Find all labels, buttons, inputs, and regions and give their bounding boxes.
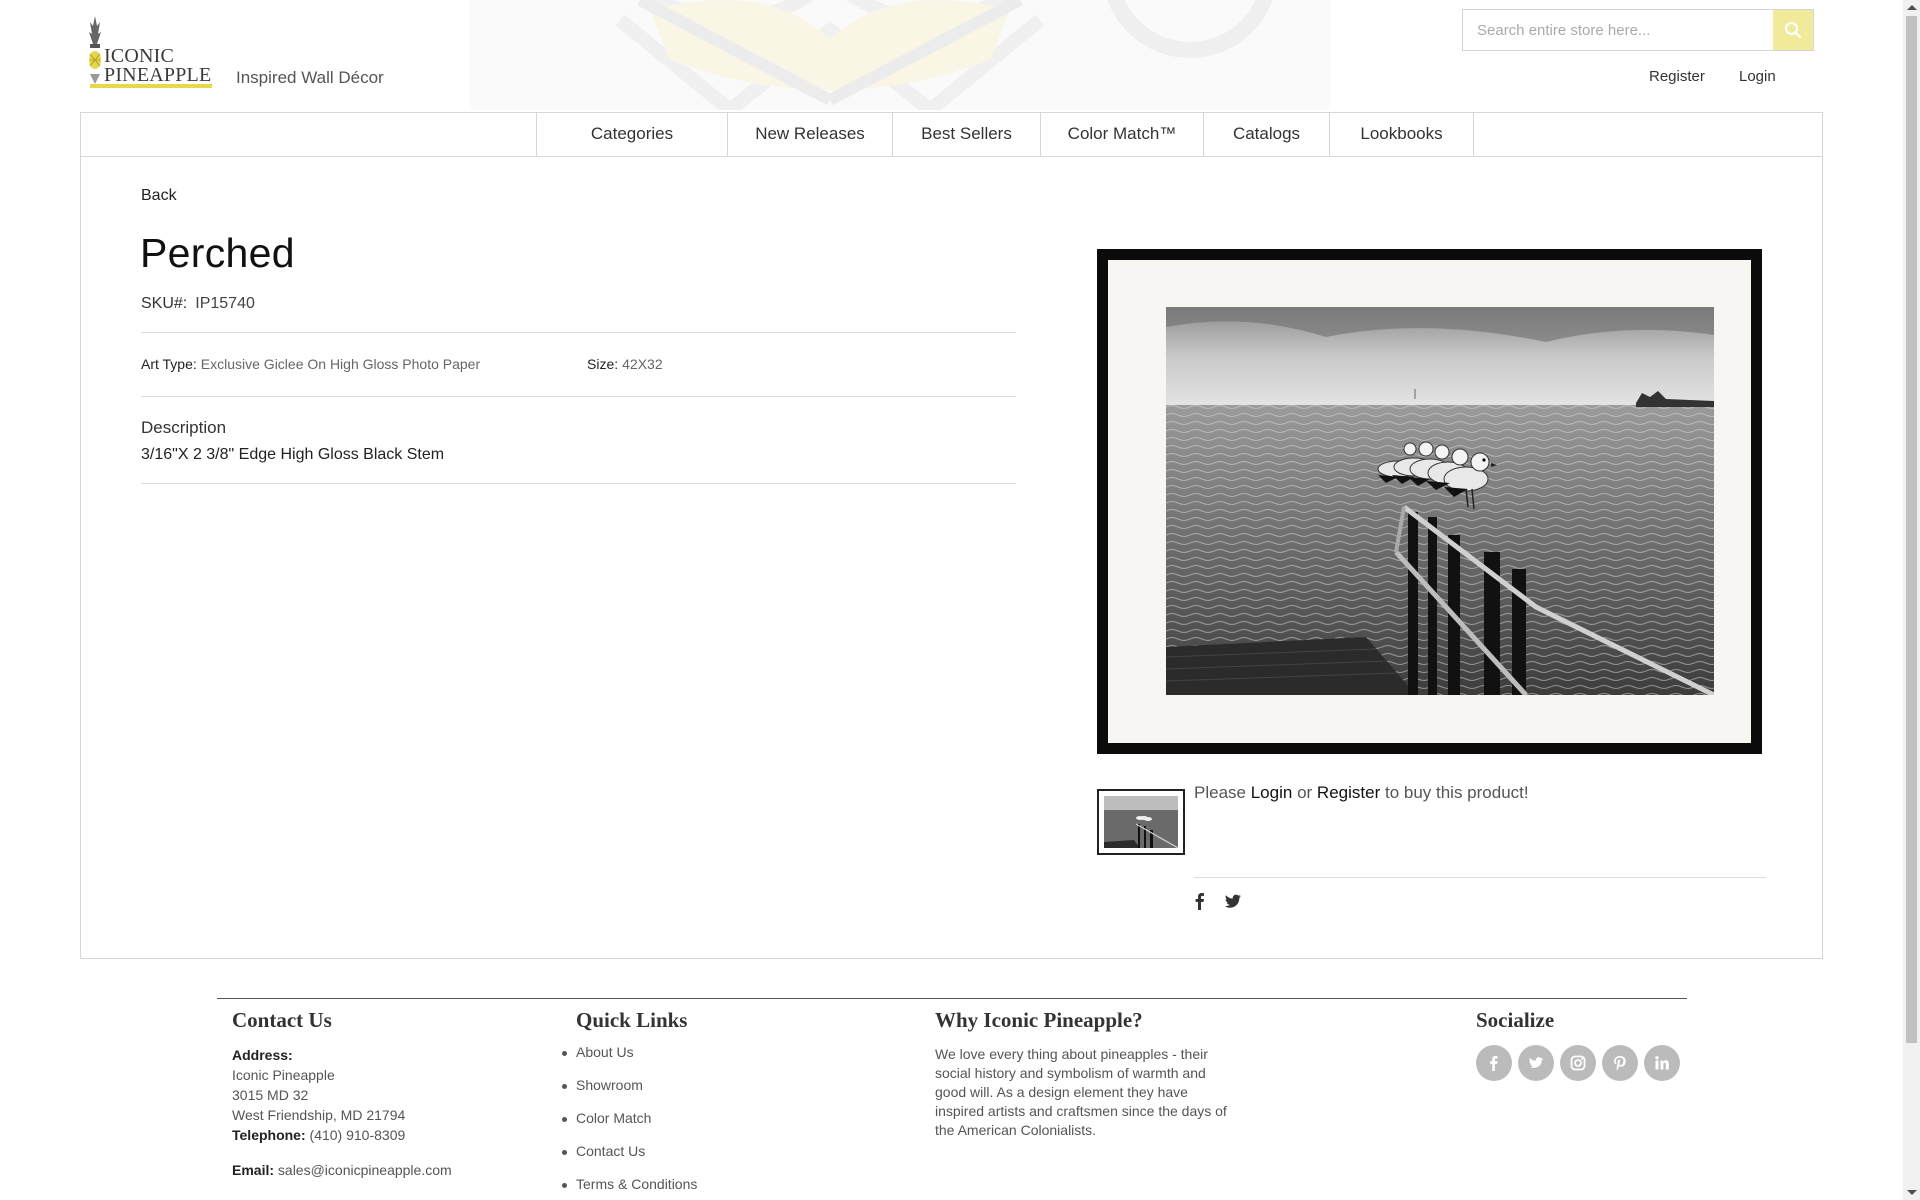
logo-underline (90, 84, 212, 88)
divider (141, 396, 1016, 397)
register-link[interactable]: Register (1649, 68, 1705, 85)
quick-link-contact-us[interactable]: Contact Us (561, 1143, 645, 1159)
pineapple-logo-icon (89, 16, 101, 84)
nav-new-releases[interactable]: New Releases (728, 113, 893, 157)
search-icon (1785, 22, 1802, 39)
product-sku: SKU#: IP15740 (141, 295, 255, 313)
nav-color-match[interactable]: Color Match™ (1041, 113, 1204, 157)
login-link[interactable]: Login (1739, 68, 1776, 85)
sku-label: SKU#: (141, 295, 188, 312)
why-line: good will. As a design element they have (935, 1084, 1188, 1100)
nav-lookbooks[interactable]: Lookbooks (1330, 113, 1474, 157)
linkedin-icon (1655, 1056, 1669, 1070)
contact-email: Email: sales@iconicpineapple.com (232, 1160, 452, 1180)
nav-categories[interactable]: Categories (536, 113, 728, 157)
buy-prefix: Please (1194, 783, 1246, 802)
description-text: 3/16"X 2 3/8" Edge High Gloss Black Stem (141, 446, 445, 463)
divider (141, 483, 1016, 484)
nav-catalogs[interactable]: Catalogs (1204, 113, 1330, 157)
why-line: social history and symbolism of warmth a… (935, 1065, 1206, 1081)
contact-heading: Contact Us (232, 1008, 332, 1032)
quick-link-color-match[interactable]: Color Match (561, 1110, 651, 1126)
description-heading: Description (141, 418, 227, 437)
buy-login-link[interactable]: Login (1251, 783, 1293, 802)
product-thumbnail[interactable] (1097, 789, 1185, 855)
quick-link-showroom[interactable]: Showroom (562, 1077, 643, 1093)
main-nav: Categories New Releases Best Sellers Col… (81, 113, 1822, 157)
social-pinterest[interactable] (1602, 1045, 1638, 1081)
size-value: 42X32 (622, 356, 663, 372)
buy-suffix: to buy this product! (1384, 783, 1529, 802)
divider (141, 332, 1016, 333)
site-logo[interactable]: ICONIC PINEAPPLE (88, 14, 214, 90)
why-text: We love every thing about pineapples - t… (935, 1045, 1227, 1140)
twitter-icon (1529, 1057, 1544, 1068)
art-type: Art Type: Exclusive Giclee On High Gloss … (141, 356, 480, 372)
image-mat (1108, 260, 1751, 743)
size: Size: 42X32 (587, 356, 663, 372)
size-label: Size: (587, 356, 619, 372)
scroll-up-arrow-icon[interactable] (1907, 5, 1917, 10)
logo-wordmark: ICONIC PINEAPPLE (104, 46, 212, 86)
email-label: Email: (232, 1162, 275, 1178)
contact-address: Address: Iconic Pineapple 3015 MD 32 Wes… (232, 1045, 405, 1145)
pinterest-icon (1614, 1056, 1626, 1071)
site-tagline: Inspired Wall Décor (236, 68, 384, 87)
buy-or: or (1297, 783, 1313, 802)
why-line: inspired artists and craftsmen since the… (935, 1103, 1227, 1119)
search-input[interactable] (1463, 10, 1773, 50)
instagram-icon (1570, 1055, 1586, 1071)
share-divider (1194, 877, 1766, 878)
address-line-3: West Friendship, MD 21794 (232, 1107, 406, 1123)
address-line-1: Iconic Pineapple (232, 1067, 335, 1083)
header-pineapple-pattern (470, 0, 1330, 110)
quick-link-terms[interactable]: Terms & Conditions (561, 1176, 697, 1192)
social-twitter[interactable] (1518, 1045, 1554, 1081)
social-linkedin[interactable] (1644, 1045, 1680, 1081)
why-line: We love every thing about pineapples - t… (935, 1046, 1208, 1062)
quick-links-heading: Quick Links (576, 1008, 688, 1032)
logo-line-2: PINEAPPLE (104, 64, 212, 86)
why-line: the American Colonialists. (935, 1122, 1097, 1138)
sku-value: IP15740 (195, 295, 255, 312)
art-type-label: Art Type: (141, 356, 197, 372)
search-button[interactable] (1773, 10, 1813, 50)
site-header: ICONIC PINEAPPLE Inspired Wall Décor Reg… (0, 0, 1900, 112)
telephone-value[interactable]: (410) 910-8309 (310, 1127, 406, 1143)
scrollbar-thumb[interactable] (1906, 16, 1917, 1043)
facebook-icon[interactable] (1191, 892, 1209, 910)
scroll-down-arrow-icon[interactable] (1907, 1190, 1917, 1195)
address-label: Address: (232, 1047, 293, 1063)
email-value[interactable]: sales@iconicpineapple.com (278, 1162, 452, 1178)
login-to-buy-message: Please Login or Register to buy this pro… (1194, 783, 1529, 803)
telephone-label: Telephone: (232, 1127, 306, 1143)
vertical-scrollbar[interactable] (1903, 0, 1920, 1200)
why-heading: Why Iconic Pineapple? (935, 1008, 1143, 1032)
address-line-2: 3015 MD 32 (232, 1087, 309, 1103)
facebook-icon (1490, 1055, 1498, 1071)
socialize-heading: Socialize (1476, 1008, 1555, 1032)
product-title: Perched (140, 230, 295, 276)
product-image[interactable] (1097, 249, 1762, 754)
thumbnail-image (1104, 796, 1178, 848)
quick-link-about-us[interactable]: About Us (562, 1044, 634, 1060)
footer-divider (217, 998, 1687, 999)
search-box (1462, 9, 1814, 51)
nav-best-sellers[interactable]: Best Sellers (893, 113, 1041, 157)
twitter-icon[interactable] (1224, 892, 1242, 910)
social-facebook[interactable] (1476, 1045, 1512, 1081)
back-link[interactable]: Back (141, 187, 177, 205)
art-type-value: Exclusive Giclee On High Gloss Photo Pap… (200, 356, 481, 372)
social-instagram[interactable] (1560, 1045, 1596, 1081)
buy-register-link[interactable]: Register (1317, 783, 1380, 802)
seagulls-photo (1166, 307, 1714, 695)
